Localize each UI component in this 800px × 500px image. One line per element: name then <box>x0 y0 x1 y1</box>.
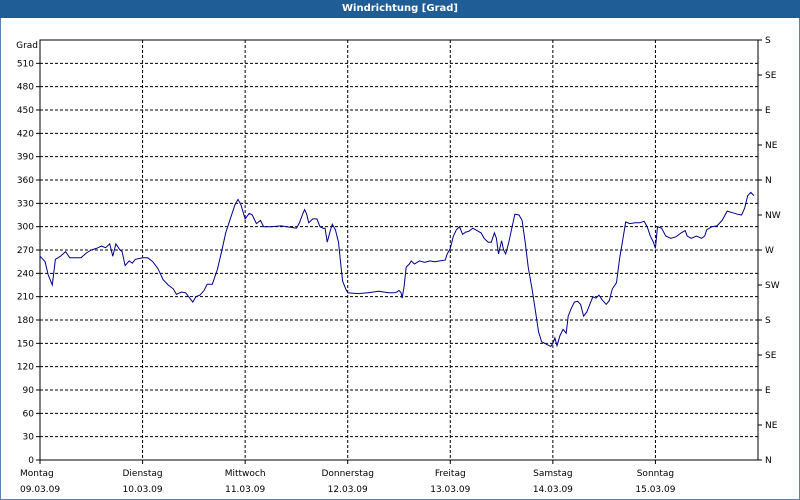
right-tick-label: NE <box>765 141 778 151</box>
y-axis-right: N NE E SE S SW W NW N NE E SE S <box>758 36 781 466</box>
y-tick-label: 390 <box>17 153 34 163</box>
x-tick-date: 12.03.09 <box>328 485 368 495</box>
right-tick-label: N <box>765 176 772 186</box>
right-tick-label: E <box>765 106 771 116</box>
x-tick-day: Mittwoch <box>225 469 266 479</box>
y-tick-label: 360 <box>17 176 34 186</box>
right-tick-label: NW <box>765 211 781 221</box>
x-tick-day: Donnerstag <box>321 469 374 479</box>
right-tick-label: S <box>765 36 771 46</box>
x-tick-date: 10.03.09 <box>123 485 163 495</box>
y-tick-label: 300 <box>17 223 34 233</box>
right-tick-label: SW <box>765 281 780 291</box>
y-tick-label: 330 <box>17 199 34 209</box>
x-tick-day: Montag <box>20 469 54 479</box>
y-tick-label: 60 <box>23 409 35 419</box>
right-tick-label: S <box>765 316 771 326</box>
line-chart: 0 30 60 90 120 150 180 210 240 270 300 330 360 390 420… <box>16 36 781 495</box>
y-axis-label: Grad <box>16 41 38 51</box>
right-tick-label: E <box>765 386 771 396</box>
y-tick-label: 120 <box>17 363 34 373</box>
y-tick-label: 30 <box>23 433 35 443</box>
y-tick-label: 150 <box>17 339 34 349</box>
y-tick-label: 240 <box>17 269 34 279</box>
y-tick-label: 270 <box>17 246 34 256</box>
y-axis-left: 0 30 60 90 120 150 180 210 240 270 300 330 360 390 420… <box>17 59 40 466</box>
x-axis: Montag 09.03.09 Dienstag 10.03.09 Mittwoch 11… <box>20 460 676 495</box>
x-tick-day: Sonntag <box>637 469 674 479</box>
y-tick-label: 480 <box>17 83 34 93</box>
x-tick-date: 14.03.09 <box>533 485 573 495</box>
y-tick-label: 0 <box>28 456 34 466</box>
y-tick-label: 210 <box>17 293 34 303</box>
x-tick-day: Freitag <box>435 469 466 479</box>
x-tick-date: 15.03.09 <box>635 485 675 495</box>
right-tick-label: W <box>765 246 774 256</box>
right-tick-label: NE <box>765 421 778 431</box>
y-tick-label: 510 <box>17 59 34 69</box>
y-tick-label: 90 <box>23 386 35 396</box>
y-tick-label: 420 <box>17 129 34 139</box>
x-tick-day: Samstag <box>533 469 572 479</box>
y-tick-label: 450 <box>17 106 34 116</box>
right-tick-label: SE <box>765 71 777 81</box>
x-tick-date: 13.03.09 <box>430 485 470 495</box>
right-tick-label: N <box>765 456 772 466</box>
x-tick-date: 11.03.09 <box>225 485 265 495</box>
right-tick-label: SE <box>765 351 777 361</box>
y-tick-label: 180 <box>17 316 34 326</box>
x-tick-date: 09.03.09 <box>20 485 60 495</box>
x-tick-day: Dienstag <box>123 469 163 479</box>
